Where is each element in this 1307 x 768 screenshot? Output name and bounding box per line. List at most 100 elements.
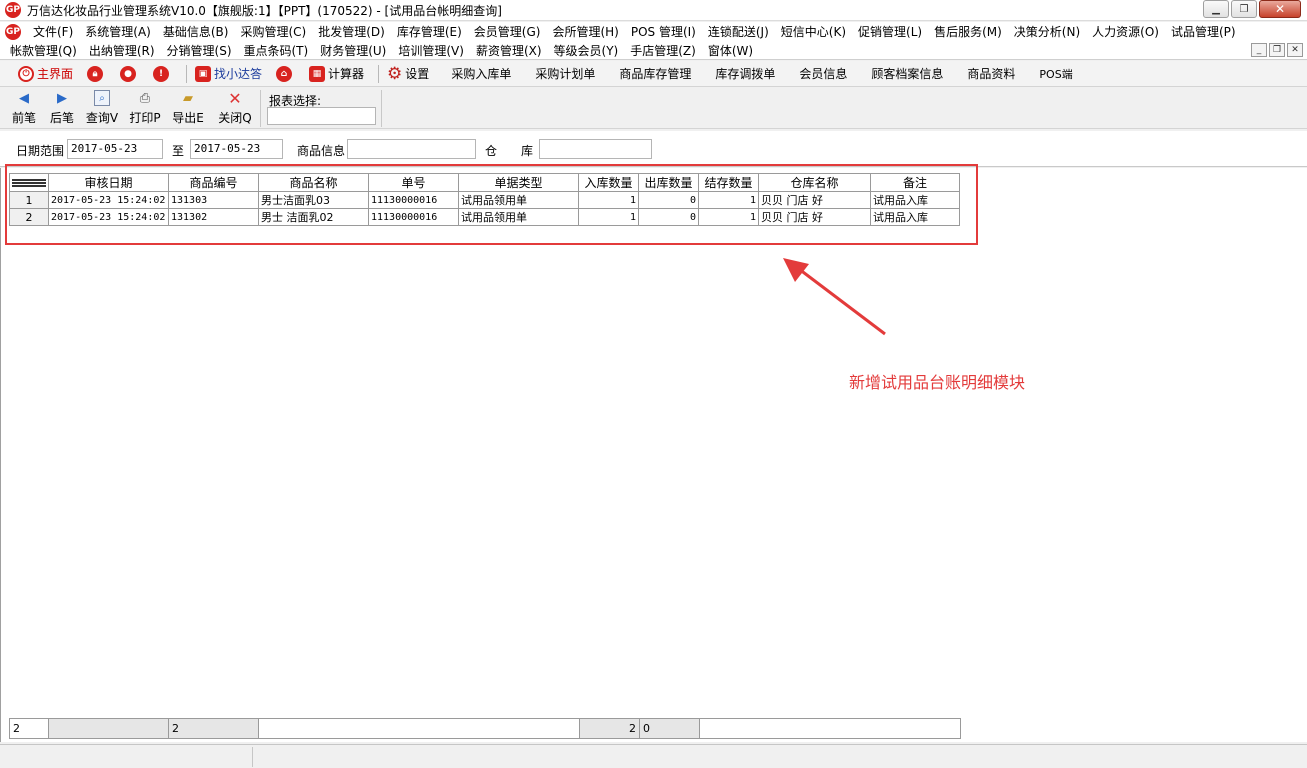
menu-row-2: 帐款管理(Q) 出纳管理(R) 分销管理(S) 重点条码(T) 财务管理(U) … — [0, 41, 1307, 60]
export-button[interactable]: ▰ 导出E — [170, 90, 206, 126]
menu-file[interactable]: 文件(F) — [33, 23, 73, 40]
query-button[interactable]: ⌕ 查询V — [84, 90, 120, 126]
menu-store[interactable]: 手店管理(Z) — [630, 42, 696, 59]
menu-sms[interactable]: 短信中心(K) — [781, 23, 846, 40]
menu-club[interactable]: 会所管理(H) — [552, 23, 618, 40]
app-logo: GP — [5, 2, 21, 18]
prev-label: 前笔 — [11, 111, 36, 125]
mdi-minimize-icon[interactable]: _ — [1251, 43, 1267, 57]
product-info-input[interactable] — [347, 139, 476, 159]
menu-trial[interactable]: 试品管理(P) — [1171, 23, 1236, 40]
main-content: 审核日期 商品编号 商品名称 单号 单据类型 入库数量 出库数量 结存数量 仓库… — [0, 164, 1307, 742]
search-document-icon: ⌕ — [94, 90, 110, 106]
menu-system[interactable]: 系统管理(A) — [85, 23, 151, 40]
menu-pos[interactable]: POS 管理(I) — [631, 23, 696, 40]
date-range-label: 日期范围 — [16, 144, 65, 158]
report-select-group: 报表选择: — [260, 90, 382, 127]
gear-icon: ⚙ — [387, 63, 403, 84]
title-bar: GP 万信达化妆品行业管理系统V10.0【旗舰版:1】【PPT】(170522)… — [0, 0, 1307, 21]
link-purchase-receipt[interactable]: 采购入库单 — [451, 65, 511, 82]
find-helper-button[interactable]: ▣ 找小达答 — [195, 65, 262, 82]
date-to-input[interactable]: 2017-05-23 — [190, 139, 283, 159]
highlight-box — [5, 164, 978, 245]
export-label: 导出E — [172, 111, 204, 125]
arrow-right-icon: ▶ — [57, 90, 67, 106]
menu-finance[interactable]: 财务管理(U) — [320, 42, 386, 59]
menu-hr[interactable]: 人力资源(O) — [1092, 23, 1159, 40]
summary-row-count: 2 — [9, 718, 49, 739]
summary-empty — [699, 718, 961, 739]
toolbar-separator — [186, 64, 188, 83]
menu-wholesale[interactable]: 批发管理(D) — [318, 23, 385, 40]
menu-promotion[interactable]: 促销管理(L) — [858, 23, 922, 40]
menu-barcode[interactable]: 重点条码(T) — [244, 42, 309, 59]
link-product-info[interactable]: 商品资料 — [967, 65, 1015, 82]
folder-export-icon: ▰ — [183, 90, 193, 106]
close-button[interactable]: ✕ 关闭Q — [217, 89, 253, 126]
settings-button[interactable]: ⚙ 设置 — [387, 64, 429, 84]
annotation-arrow-icon — [783, 258, 886, 336]
action-toolbar: ◀ 前笔 ▶ 后笔 ⌕ 查询V ⎙ 打印P ▰ 导出E ✕ 关闭Q 报表选择: — [0, 88, 1307, 129]
menu-member[interactable]: 会员管理(G) — [474, 23, 541, 40]
menu-chain[interactable]: 连锁配送(J) — [708, 23, 769, 40]
main-screen-button[interactable]: ⏻ 主界面 — [18, 65, 73, 82]
chat-button[interactable]: ● — [120, 65, 139, 82]
menu-salary[interactable]: 薪资管理(X) — [476, 42, 542, 59]
prev-button[interactable]: ◀ 前笔 — [6, 90, 42, 126]
summary-empty — [258, 718, 580, 739]
menu-basic-info[interactable]: 基础信息(B) — [163, 23, 229, 40]
restore-icon[interactable]: ❐ — [1231, 0, 1257, 18]
chat-icon: ● — [120, 65, 137, 82]
menu-purchase[interactable]: 采购管理(C) — [240, 23, 306, 40]
find-icon: ▣ — [195, 65, 212, 82]
calculator-button[interactable]: ▦ 计算器 — [309, 65, 364, 82]
minimize-icon[interactable]: ▁ — [1203, 0, 1229, 18]
link-stock-transfer[interactable]: 库存调拨单 — [715, 65, 775, 82]
print-button[interactable]: ⎙ 打印P — [127, 90, 163, 126]
summary-empty — [48, 718, 169, 739]
menu-inventory[interactable]: 库存管理(E) — [397, 23, 462, 40]
menu-training[interactable]: 培训管理(V) — [398, 42, 464, 59]
idea-button[interactable]: ! — [153, 65, 172, 82]
mdi-controls: _ ❐ ✕ — [1251, 43, 1303, 57]
filter-bar: 日期范围 2017-05-23 至 2017-05-23 商品信息 仓 库 — [0, 131, 1307, 167]
warehouse-input[interactable] — [539, 139, 652, 159]
menu-distribution[interactable]: 分销管理(S) — [167, 42, 232, 59]
menu-window[interactable]: 窗体(W) — [708, 42, 753, 59]
menu-level-member[interactable]: 等级会员(Y) — [554, 42, 619, 59]
close-icon[interactable]: ✕ — [1259, 0, 1301, 18]
settings-label: 设置 — [405, 67, 430, 81]
link-member-info[interactable]: 会员信息 — [799, 65, 847, 82]
summary-table-row: 2 2 2 0 — [9, 718, 961, 739]
lock-button[interactable]: 🔒︎ — [87, 65, 106, 82]
menu-decision[interactable]: 决策分析(N) — [1014, 23, 1080, 40]
link-pos[interactable]: POS端 — [1039, 66, 1072, 82]
link-stock-management[interactable]: 商品库存管理 — [619, 65, 691, 82]
report-select-input[interactable] — [267, 107, 376, 125]
menu-row-1: GP 文件(F) 系统管理(A) 基础信息(B) 采购管理(C) 批发管理(D)… — [0, 22, 1307, 41]
lock-icon: 🔒︎ — [87, 65, 104, 82]
warehouse-label: 仓 库 — [485, 144, 534, 158]
find-helper-label: 找小达答 — [214, 67, 263, 81]
status-separator — [252, 747, 253, 767]
summary-row: 2 2 2 0 — [9, 718, 961, 739]
window-title: 万信达化妆品行业管理系统V10.0【旗舰版:1】【PPT】(170522) - … — [27, 3, 502, 18]
window-controls: ▁ ❐ ✕ — [1203, 0, 1301, 18]
link-customer-archive[interactable]: 顾客档案信息 — [871, 65, 943, 82]
mdi-restore-icon[interactable]: ❐ — [1269, 43, 1285, 57]
home-button[interactable]: ⌂ — [276, 65, 295, 82]
menu-cashier[interactable]: 出纳管理(R) — [89, 42, 155, 59]
menu-logo-icon: GP — [5, 23, 21, 40]
query-label: 查询V — [85, 111, 119, 125]
summary-out-total: 0 — [639, 718, 700, 739]
next-button[interactable]: ▶ 后笔 — [44, 90, 80, 126]
mdi-close-icon[interactable]: ✕ — [1287, 43, 1303, 57]
menu-after-sales[interactable]: 售后服务(M) — [934, 23, 1002, 40]
home-clock-icon: ⏻ — [18, 65, 34, 82]
date-from-input[interactable]: 2017-05-23 — [67, 139, 163, 159]
quick-toolbar: ⏻ 主界面 🔒︎ ● ! ▣ 找小达答 ⌂ ▦ 计算器 ⚙ 设置 采购入库单 采… — [0, 61, 1307, 87]
annotation-text: 新增试用品台账明细模块 — [849, 373, 1026, 392]
link-purchase-plan[interactable]: 采购计划单 — [535, 65, 595, 82]
lightbulb-icon: ! — [153, 65, 170, 82]
menu-accounts[interactable]: 帐款管理(Q) — [10, 42, 77, 59]
